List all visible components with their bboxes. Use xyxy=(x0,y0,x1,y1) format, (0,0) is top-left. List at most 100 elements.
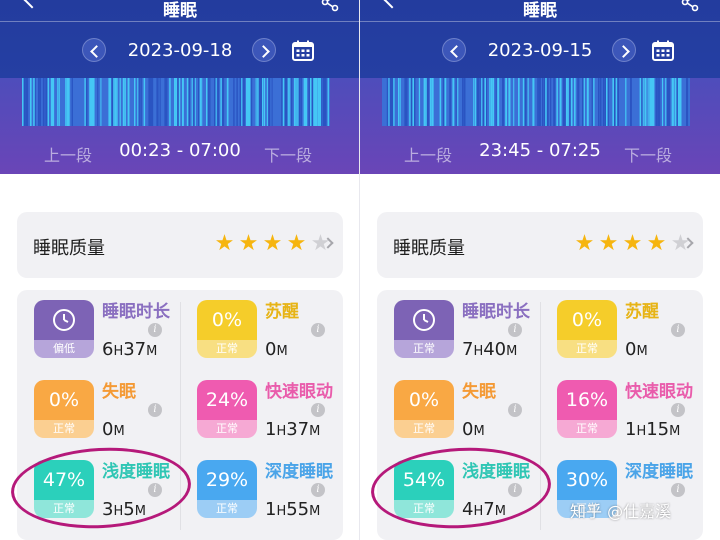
sleep-quality-card[interactable]: 睡眠质量 ★ ★ ★ ★ ★ xyxy=(17,212,343,278)
timeline-bar xyxy=(484,78,487,126)
metric-insomnia[interactable]: 0% 正常 失眠 i 0M xyxy=(17,370,177,448)
info-icon[interactable]: i xyxy=(311,323,325,337)
info-icon[interactable]: i xyxy=(311,403,325,417)
timeline-bar xyxy=(527,78,529,126)
timeline-bar xyxy=(138,78,140,126)
timeline-bar xyxy=(583,78,585,126)
timeline-bar xyxy=(127,78,130,126)
star-icon: ★ xyxy=(598,231,619,256)
metric-value: 0M xyxy=(462,419,485,440)
metric-awake[interactable]: 0% 正常 苏醒 i 0M xyxy=(180,290,340,368)
clock-icon xyxy=(413,309,435,331)
page-title: 睡眠 xyxy=(163,1,197,21)
next-day-button[interactable] xyxy=(252,38,276,62)
metric-value-unit: M xyxy=(506,344,518,359)
sleep-quality-card[interactable]: 睡眠质量 ★ ★ ★ ★ ★ xyxy=(377,212,703,278)
info-icon[interactable]: i xyxy=(311,483,325,497)
timeline-bar xyxy=(134,78,136,126)
metric-badge: 0% 正常 xyxy=(34,380,94,438)
timeline-bar xyxy=(556,78,558,126)
info-icon[interactable]: i xyxy=(148,403,162,417)
spacer xyxy=(360,174,720,206)
timeline-bar xyxy=(642,78,644,126)
timeline-bar xyxy=(222,78,225,126)
info-icon[interactable]: i xyxy=(148,323,162,337)
timeline-bar xyxy=(242,78,245,126)
timeline-bar xyxy=(518,78,520,126)
info-icon[interactable]: i xyxy=(671,323,685,337)
metric-status: 正常 xyxy=(34,420,94,438)
timeline-bar xyxy=(586,78,589,126)
timeline-bar xyxy=(84,78,86,126)
previous-day-button[interactable] xyxy=(82,38,106,62)
timeline-bar xyxy=(538,78,541,126)
metric-sleep-duration[interactable]: 正常 睡眠时长 i 7H40M xyxy=(377,290,537,368)
metric-value-number: 37 xyxy=(286,419,310,440)
metric-rem[interactable]: 24% 正常 快速眼动 i 1H37M xyxy=(180,370,340,448)
timeline-bar xyxy=(442,78,445,126)
metric-deep-sleep[interactable]: 29% 正常 深度睡眠 i 1H55M xyxy=(180,450,340,528)
info-icon[interactable]: i xyxy=(508,323,522,337)
timeline-bar xyxy=(423,78,426,126)
timeline-bar xyxy=(490,78,493,126)
metric-value: 1H15M xyxy=(625,419,680,440)
metric-value: 0M xyxy=(265,339,288,360)
timeline-bar xyxy=(255,78,257,126)
info-icon[interactable]: i xyxy=(508,403,522,417)
timeline-bar xyxy=(393,78,395,126)
metric-status: 正常 xyxy=(394,420,454,438)
timeline-bar xyxy=(263,78,266,126)
next-segment-button[interactable]: 下一段 xyxy=(264,142,312,166)
metric-value: 0M xyxy=(102,419,125,440)
timeline-bar xyxy=(505,78,508,126)
timeline-bar xyxy=(457,78,459,126)
timeline-bar xyxy=(124,78,126,126)
timeline-bar xyxy=(641,78,643,126)
timeline-bar xyxy=(612,78,615,126)
metric-badge: 0% 正常 xyxy=(394,380,454,438)
metric-awake[interactable]: 0% 正常 苏醒 i 0M xyxy=(540,290,700,368)
metric-value-unit: M xyxy=(636,344,648,359)
metric-name: 失眠 xyxy=(462,382,496,402)
previous-day-button[interactable] xyxy=(442,38,466,62)
timeline-bar xyxy=(44,78,46,126)
timeline-bar xyxy=(566,78,568,126)
previous-segment-button[interactable]: 上一段 xyxy=(44,142,92,166)
timeline-bar xyxy=(577,78,580,126)
next-day-button[interactable] xyxy=(612,38,636,62)
metric-name: 失眠 xyxy=(102,382,136,402)
metric-name: 苏醒 xyxy=(265,302,299,322)
info-icon[interactable]: i xyxy=(671,483,685,497)
timeline-bar xyxy=(23,78,26,126)
metric-rem[interactable]: 16% 正常 快速眼动 i 1H15M xyxy=(540,370,700,448)
timeline-bar xyxy=(236,78,238,126)
info-icon[interactable]: i xyxy=(671,403,685,417)
metric-badge: 0% 正常 xyxy=(557,300,617,358)
timeline-bar xyxy=(409,78,411,126)
calendar-icon[interactable] xyxy=(652,40,674,61)
timeline-bar xyxy=(414,78,416,126)
previous-segment-button[interactable]: 上一段 xyxy=(404,142,452,166)
timeline-bar xyxy=(452,78,455,126)
sleep-quality-label: 睡眠质量 xyxy=(393,238,465,259)
timeline-bar xyxy=(209,78,211,126)
watermark: 知乎 @仕嘉溪 xyxy=(570,502,672,521)
calendar-icon[interactable] xyxy=(292,40,314,61)
timeline-bar xyxy=(65,78,67,126)
timeline-bar xyxy=(398,78,400,126)
timeline-bar xyxy=(449,78,452,126)
timeline-bar xyxy=(553,78,556,126)
timeline-bar xyxy=(313,78,316,126)
timeline-bar xyxy=(262,78,264,126)
timeline-bar xyxy=(652,78,655,126)
share-icon[interactable] xyxy=(320,0,340,12)
next-segment-button[interactable]: 下一段 xyxy=(624,142,672,166)
timeline-bar xyxy=(201,78,203,126)
share-icon[interactable] xyxy=(680,0,700,12)
metric-sleep-duration[interactable]: 偏低 睡眠时长 i 6H37M xyxy=(17,290,177,368)
metric-name: 深度睡眠 xyxy=(625,462,693,482)
top-bar: 睡眠 xyxy=(360,0,720,22)
timeline-bar xyxy=(188,78,190,126)
metric-insomnia[interactable]: 0% 正常 失眠 i 0M xyxy=(377,370,537,448)
timeline-bar xyxy=(617,78,619,126)
